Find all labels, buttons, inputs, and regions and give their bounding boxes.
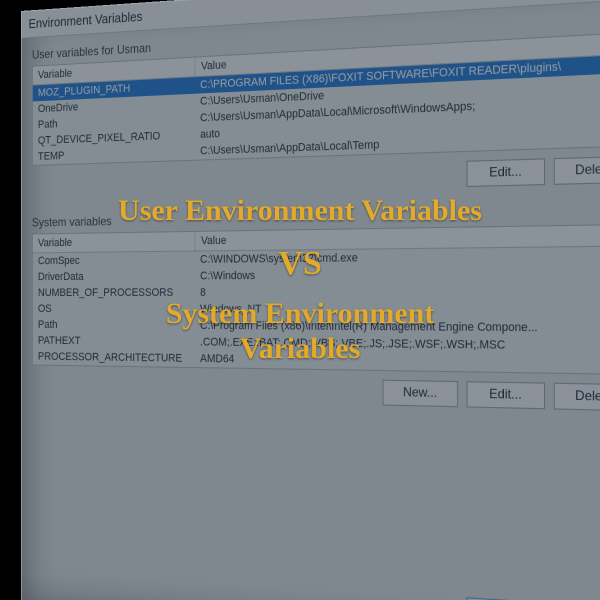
cell-variable: ComSpec — [33, 252, 195, 270]
env-vars-dialog: Environment Variables User variables for… — [21, 0, 600, 600]
cell-variable: Path — [33, 317, 195, 334]
system-edit-button[interactable]: Edit... — [466, 381, 545, 409]
system-new-button[interactable]: New... — [382, 380, 458, 408]
cell-variable: OS — [33, 301, 195, 318]
cell-variable: PATHEXT — [33, 333, 195, 351]
system-vars-table[interactable]: Variable Value ComSpecC:\WINDOWS\system3… — [32, 224, 600, 375]
system-delete-button[interactable]: Delete — [554, 383, 600, 412]
cell-value: 8 — [195, 283, 600, 301]
cell-variable: PROCESSOR_ARCHITECTURE — [33, 349, 195, 367]
table-row[interactable]: NUMBER_OF_PROCESSORS8 — [33, 283, 600, 301]
cell-value: C:\Windows — [195, 265, 600, 285]
user-delete-button[interactable]: Delete — [554, 156, 600, 185]
user-edit-button[interactable]: Edit... — [466, 158, 545, 187]
column-header-variable[interactable]: Variable — [33, 232, 196, 252]
table-row[interactable]: DriverDataC:\Windows — [33, 265, 600, 285]
cell-variable: DriverData — [33, 268, 195, 285]
cell-value: Windows_NT — [195, 301, 600, 319]
cell-variable: NUMBER_OF_PROCESSORS — [33, 285, 195, 302]
